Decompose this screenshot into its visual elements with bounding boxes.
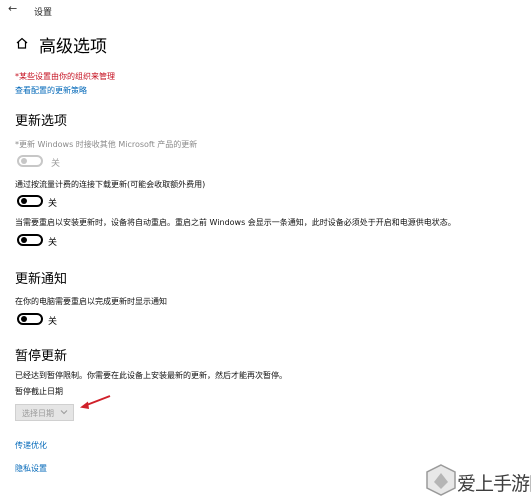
view-policies-link[interactable]: 查看配置的更新策略 — [15, 85, 87, 96]
privacy-settings-link[interactable]: 隐私设置 — [15, 463, 47, 474]
restart-asap-label: 当需要重启以安装更新时，设备将自动重启。重启之前 Windows 会显示一条通知… — [15, 218, 456, 227]
restart-notify-state: 关 — [48, 317, 58, 327]
back-arrow-icon[interactable]: ← — [8, 2, 17, 15]
watermark-logo-icon — [426, 464, 456, 496]
restart-notify-toggle[interactable] — [17, 313, 43, 325]
update-notifications-heading: 更新通知 — [15, 272, 68, 287]
chevron-down-icon — [60, 410, 68, 415]
annotation-arrow-icon — [80, 395, 111, 409]
watermark-text: 爱上手游网 — [457, 473, 531, 495]
pause-limit-description: 已经达到暂停限制。你需要在此设备上安装最新的更新，然后才能再次暂停。 — [15, 371, 287, 380]
microsoft-updates-state: 关 — [51, 159, 61, 169]
restart-asap-state: 关 — [48, 238, 58, 248]
microsoft-updates-toggle — [17, 155, 43, 167]
pause-date-select: 选择日期 — [15, 404, 74, 421]
watermark: 爱上手游网 — [423, 462, 531, 498]
metered-toggle[interactable] — [17, 195, 43, 207]
metered-label: 通过按流量计费的连接下载更新(可能会收取额外费用) — [15, 180, 206, 189]
toggle-knob — [21, 158, 27, 164]
toggle-knob — [21, 316, 27, 322]
restart-asap-toggle[interactable] — [17, 234, 43, 246]
pause-until-label: 暂停截止日期 — [15, 387, 63, 396]
restart-notify-label: 在你的电脑需要重启以完成更新时显示通知 — [15, 297, 167, 306]
title-bar: ← 设置 — [0, 0, 531, 22]
metered-state: 关 — [48, 199, 58, 209]
managed-notice: *某些设置由你的组织来管理 — [15, 72, 115, 81]
toggle-knob — [21, 198, 27, 204]
microsoft-updates-label: *更新 Windows 时接收其他 Microsoft 产品的更新 — [15, 140, 198, 149]
delivery-optimization-link[interactable]: 传递优化 — [15, 440, 47, 451]
window-title: 设置 — [34, 8, 53, 18]
pause-date-placeholder: 选择日期 — [22, 409, 54, 418]
toggle-knob — [21, 237, 27, 243]
page-title: 高级选项 — [39, 37, 107, 57]
update-options-heading: 更新选项 — [15, 114, 68, 129]
home-icon[interactable] — [15, 36, 29, 50]
pause-updates-heading: 暂停更新 — [15, 349, 68, 364]
